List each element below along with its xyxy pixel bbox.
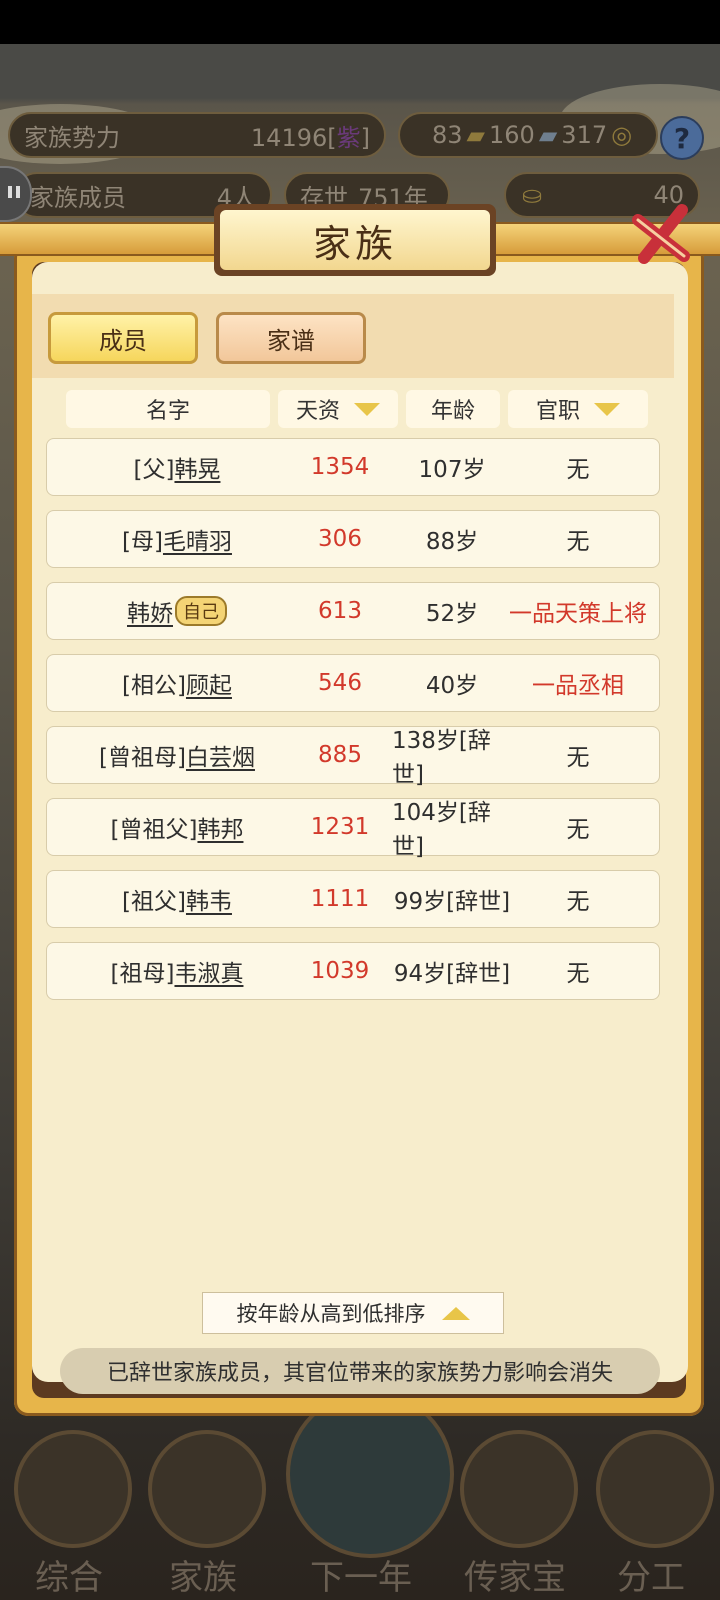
nav-heirloom[interactable]: 传家宝 xyxy=(450,1430,580,1598)
title-plate: 家族 xyxy=(214,204,496,276)
member-talent: 1039 xyxy=(310,958,370,984)
family-power-tier: 紫 xyxy=(336,123,361,152)
nav-overview[interactable]: 综合 xyxy=(4,1430,134,1598)
member-talent: 306 xyxy=(318,526,362,552)
column-header-office[interactable]: 官职 xyxy=(508,390,648,428)
people-icon xyxy=(596,1430,714,1548)
member-office: 无 xyxy=(566,889,590,915)
member-talent: 546 xyxy=(318,670,362,696)
member-row[interactable]: [祖母] 韦淑真 1039 94岁[辞世] 无 xyxy=(46,942,660,1000)
member-name-link[interactable]: 顾起 xyxy=(186,666,232,700)
family-power-pill[interactable]: 家族势力 14196[紫] xyxy=(8,112,386,158)
nav-family[interactable]: 家族 xyxy=(138,1430,268,1598)
member-name-link[interactable]: 韩邦 xyxy=(197,810,243,844)
member-relation: [祖父] xyxy=(122,889,186,915)
member-name-link[interactable]: 白芸烟 xyxy=(186,738,255,772)
member-office: 无 xyxy=(566,745,590,771)
member-relation: [母] xyxy=(122,529,163,555)
silver-bar-icon: ▰ xyxy=(538,121,558,149)
member-office: 一品丞相 xyxy=(532,673,624,699)
status-bar xyxy=(0,0,720,44)
close-icon xyxy=(632,204,690,264)
member-row[interactable]: [曾祖母] 白芸烟 885 138岁[辞世] 无 xyxy=(46,726,660,788)
currency-pill[interactable]: 83 ▰ 160 ▰ 317 ◎ xyxy=(398,112,658,158)
member-row[interactable]: [祖父] 韩韦 1111 99岁[辞世] 无 xyxy=(46,870,660,928)
member-relation: [曾祖父] xyxy=(110,817,198,843)
member-office: 无 xyxy=(566,529,590,555)
member-age: 107岁 xyxy=(418,457,486,483)
member-talent: 613 xyxy=(318,598,362,624)
member-talent: 1231 xyxy=(310,814,370,840)
nav-assign[interactable]: 分工 xyxy=(586,1430,716,1598)
member-name-link[interactable]: 毛晴羽 xyxy=(163,522,232,556)
self-badge: 自己 xyxy=(175,596,227,626)
member-age: 138岁[辞世] xyxy=(392,728,491,788)
member-office: 一品天策上将 xyxy=(509,601,647,627)
column-header-age[interactable]: 年龄 xyxy=(406,390,500,428)
currency-2-value: 160 xyxy=(489,121,535,149)
tab-genealogy[interactable]: 家谱 xyxy=(216,312,366,364)
member-name-link[interactable]: 韩晃 xyxy=(174,450,220,484)
bottom-nav: 综合 家族 下一年 传家宝 分工 xyxy=(0,1390,720,1600)
close-button[interactable] xyxy=(626,200,696,270)
jade-icon xyxy=(460,1430,578,1548)
coin-icon: ◎ xyxy=(611,121,633,149)
member-office: 无 xyxy=(566,817,590,843)
sort-down-icon xyxy=(354,402,380,416)
member-age: 52岁 xyxy=(425,601,479,627)
currency-1-value: 83 xyxy=(432,121,463,149)
member-name-link[interactable]: 韩娇 xyxy=(127,594,173,628)
family-power-value: 14196[ xyxy=(250,123,337,152)
member-age: 40岁 xyxy=(425,673,479,699)
sort-order-label: 按年龄从高到低排序 xyxy=(236,1302,426,1326)
member-office: 无 xyxy=(566,961,590,987)
sort-down-icon xyxy=(594,402,620,416)
member-talent: 1354 xyxy=(310,454,370,480)
member-relation: [相公] xyxy=(122,673,186,699)
column-header-name[interactable]: 名字 xyxy=(66,390,270,428)
member-office: 无 xyxy=(566,457,590,483)
column-header-talent[interactable]: 天资 xyxy=(278,390,398,428)
member-name-link[interactable]: 韩韦 xyxy=(186,882,232,916)
help-icon[interactable]: ? xyxy=(660,116,704,160)
currency-3-value: 317 xyxy=(561,121,608,149)
member-row[interactable]: [父] 韩晃 1354 107岁 无 xyxy=(46,438,660,496)
nav-next-year[interactable]: 下一年 xyxy=(286,1390,454,1598)
member-row[interactable]: [母] 毛晴羽 306 88岁 无 xyxy=(46,510,660,568)
member-row-self[interactable]: 韩娇 自己 613 52岁 一品天策上将 xyxy=(46,582,660,640)
member-relation: [祖母] xyxy=(110,961,175,987)
member-age: 99岁[辞世] xyxy=(393,889,511,915)
sort-up-icon xyxy=(441,1306,470,1320)
dialog-title: 家族 xyxy=(220,210,490,270)
sort-order-button[interactable]: 按年龄从高到低排序 xyxy=(202,1292,504,1334)
family-members-label: 家族成员 xyxy=(30,183,126,212)
member-talent: 1111 xyxy=(310,886,370,912)
member-talent: 885 xyxy=(318,742,362,768)
scroll-icon xyxy=(14,1430,132,1548)
member-relation: [父] xyxy=(133,457,175,483)
member-row[interactable]: [曾祖父] 韩邦 1231 104岁[辞世] 无 xyxy=(46,798,660,860)
hall-icon xyxy=(148,1430,266,1548)
member-relation: [曾祖母] xyxy=(99,745,186,771)
member-row[interactable]: [相公] 顾起 546 40岁 一品丞相 xyxy=(46,654,660,712)
member-age: 94岁[辞世] xyxy=(393,961,511,987)
member-name-link[interactable]: 韦淑真 xyxy=(174,954,243,988)
member-age: 88岁 xyxy=(425,529,479,555)
deceased-notice: 已辞世家族成员，其官位带来的家族势力影响会消失 xyxy=(60,1348,660,1394)
family-power-label: 家族势力 xyxy=(24,123,120,152)
member-age: 104岁[辞世] xyxy=(392,800,491,860)
gold-ingot-icon: ⛀ xyxy=(522,181,543,209)
tab-members[interactable]: 成员 xyxy=(48,312,198,364)
gold-bar-icon: ▰ xyxy=(466,121,486,149)
